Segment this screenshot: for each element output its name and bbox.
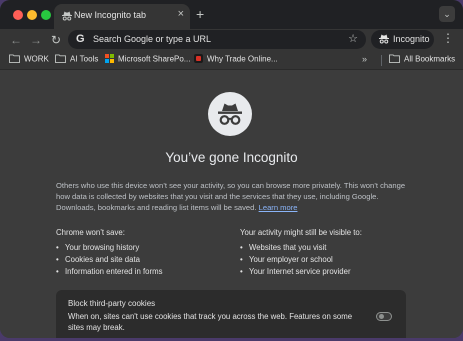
bookmark-why-trade-online[interactable]: Why Trade Online... bbox=[194, 54, 278, 68]
minimize-window-button[interactable] bbox=[27, 10, 37, 20]
tab-search-button[interactable]: ⌄ bbox=[439, 6, 455, 22]
incognito-icon bbox=[62, 11, 72, 21]
new-tab-button[interactable]: + bbox=[196, 6, 204, 22]
list-item: Your employer or school bbox=[240, 254, 351, 266]
incognito-label: Incognito bbox=[393, 34, 430, 44]
folder-icon bbox=[55, 54, 66, 64]
microsoft-icon bbox=[105, 54, 114, 64]
tab-strip: New Incognito tab × + ⌄ bbox=[0, 0, 463, 29]
bookmark-label: Microsoft SharePo... bbox=[118, 54, 191, 64]
learn-more-link[interactable]: Learn more bbox=[259, 203, 298, 212]
incognito-icon bbox=[379, 34, 389, 44]
page-title: You’ve gone Incognito bbox=[165, 150, 298, 165]
wont-save-title: Chrome won’t save: bbox=[56, 228, 125, 237]
bookmark-microsoft-sharepoint[interactable]: Microsoft SharePo... bbox=[105, 54, 190, 68]
intro-text: Others who use this device won’t see you… bbox=[56, 180, 406, 213]
cookies-description: When on, sites can't use cookies that tr… bbox=[68, 312, 353, 332]
list-item: Websites that you visit bbox=[240, 242, 351, 254]
folder-icon bbox=[389, 54, 400, 64]
forward-button[interactable]: → bbox=[30, 32, 42, 48]
close-window-button[interactable] bbox=[13, 10, 23, 20]
incognito-chip[interactable]: Incognito bbox=[371, 30, 434, 49]
list-item: Cookies and site data bbox=[56, 254, 163, 266]
all-bookmarks-label: All Bookmarks bbox=[404, 54, 456, 64]
bookmark-label: Why Trade Online... bbox=[207, 54, 278, 64]
bookmarks-bar: WORK AI Tools Microsoft SharePo... Why T… bbox=[0, 51, 463, 70]
chrome-menu-button[interactable]: ⋮ bbox=[442, 31, 454, 45]
list-item: Information entered in forms bbox=[56, 266, 163, 278]
folder-icon bbox=[9, 54, 20, 64]
bookmark-label: AI Tools bbox=[70, 54, 99, 64]
maximize-window-button[interactable] bbox=[41, 10, 51, 20]
bookmarks-overflow-button[interactable]: » bbox=[362, 54, 367, 64]
tab-new-incognito[interactable]: New Incognito tab × bbox=[54, 4, 190, 29]
all-bookmarks-button[interactable]: All Bookmarks bbox=[389, 54, 455, 68]
site-favicon-icon bbox=[194, 54, 203, 64]
bookmark-ai-tools[interactable]: AI Tools bbox=[55, 54, 98, 68]
bookmarks-divider bbox=[381, 55, 382, 66]
tab-close-icon[interactable]: × bbox=[178, 8, 184, 20]
visible-to-title: Your activity might still be visible to: bbox=[240, 228, 362, 237]
toggle-knob bbox=[379, 314, 384, 319]
intro-body: Others who use this device won’t see you… bbox=[56, 181, 406, 212]
bookmark-work[interactable]: WORK bbox=[9, 54, 49, 68]
list-item: Your browsing history bbox=[56, 242, 163, 254]
bookmark-star-icon[interactable]: ☆ bbox=[348, 32, 358, 45]
bookmark-label: WORK bbox=[24, 54, 49, 64]
block-cookies-toggle[interactable] bbox=[376, 312, 392, 321]
visible-to-list: Websites that you visit Your employer or… bbox=[240, 242, 351, 278]
wont-save-list: Your browsing history Cookies and site d… bbox=[56, 242, 163, 278]
third-party-cookies-card: Block third-party cookies When on, sites… bbox=[56, 290, 406, 338]
toolbar: ← → ↻ G Search Google or type a URL ☆ In… bbox=[0, 29, 463, 51]
omnibox-placeholder[interactable]: Search Google or type a URL bbox=[93, 34, 211, 44]
incognito-icon bbox=[218, 103, 242, 125]
tab-title: New Incognito tab bbox=[74, 10, 147, 20]
list-item: Your Internet service provider bbox=[240, 266, 351, 278]
browser-window: New Incognito tab × + ⌄ ← → ↻ G Search G… bbox=[0, 0, 463, 338]
omnibox[interactable]: G Search Google or type a URL ☆ bbox=[68, 30, 366, 49]
google-icon: G bbox=[76, 33, 85, 45]
cookies-title: Block third-party cookies bbox=[68, 299, 156, 308]
back-button[interactable]: ← bbox=[10, 32, 22, 48]
incognito-ntp: You’ve gone Incognito Others who use thi… bbox=[0, 71, 463, 338]
incognito-logo bbox=[208, 92, 252, 136]
reload-button[interactable]: ↻ bbox=[51, 32, 61, 48]
